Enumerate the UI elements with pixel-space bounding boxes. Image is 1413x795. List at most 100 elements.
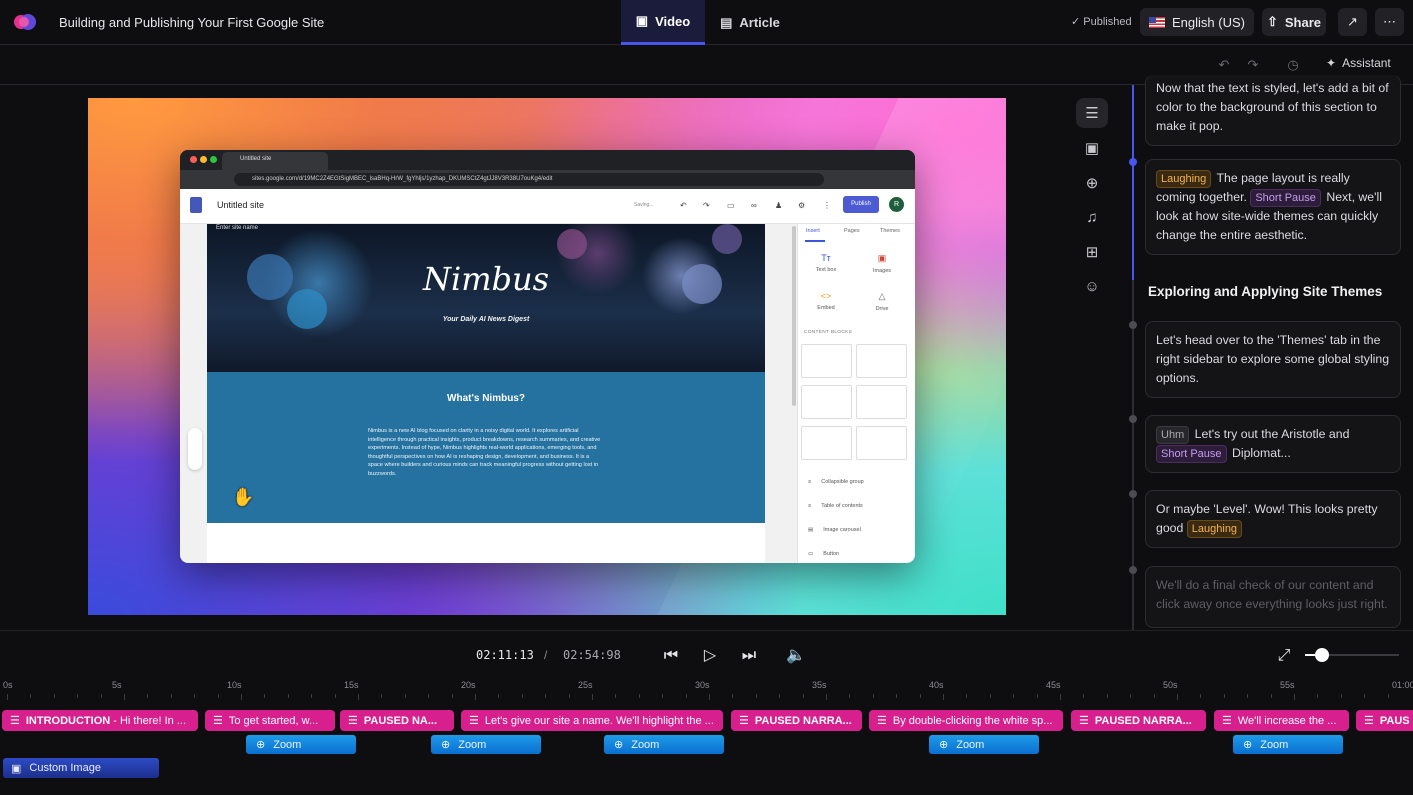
custom-image-clip[interactable]: ▣ Custom Image	[3, 758, 159, 778]
audio-waveform-icon[interactable]: ☰	[1076, 98, 1108, 128]
assistant-button[interactable]: ✦ Assistant	[1326, 56, 1391, 70]
ruler-tick	[919, 694, 921, 698]
section-heading[interactable]: Exploring and Applying Site Themes	[1148, 284, 1382, 299]
language-select[interactable]: English (US)	[1140, 8, 1254, 36]
transcript-card[interactable]: Now that the text is styled, let's add a…	[1145, 75, 1401, 146]
collapsible-label: Collapsible group	[821, 479, 864, 485]
insert-images: ▣ Images	[860, 253, 904, 274]
laughing-tag[interactable]: Laughing	[1186, 520, 1243, 538]
play-icon[interactable]: ▷	[699, 645, 721, 667]
about-section: What's Nimbus? Nimbus is a new AI blog f…	[207, 372, 765, 523]
transcript-text: Let's try out the Aristotle and	[1194, 427, 1350, 441]
ruler-tick	[77, 694, 79, 698]
transcript-card[interactable]: Let's head over to the 'Themes' tab in t…	[1145, 321, 1401, 398]
narration-clip[interactable]: ☰ By double-clicking the white sp...	[869, 710, 1063, 731]
share-button[interactable]: ⇧ Share	[1262, 8, 1326, 36]
redo-icon[interactable]: ↷	[1245, 57, 1261, 73]
app-logo-icon[interactable]	[11, 11, 41, 33]
image-icon[interactable]: ▣	[1076, 133, 1108, 163]
ruler-tick	[170, 694, 172, 698]
narration-clip[interactable]: ☰ INTRODUCTION - Hi there! In ...	[2, 710, 198, 731]
transcript-card[interactable]: Uhm Let's try out the Aristotle and Shor…	[1145, 415, 1401, 473]
narration-clip[interactable]: ☰ We'll increase the ...	[1214, 710, 1349, 731]
zoom-clip[interactable]: ⊕ Zoom	[604, 735, 724, 754]
ruler-tick	[311, 694, 313, 698]
ruler-tick	[989, 694, 991, 698]
uhm-tag[interactable]: Uhm	[1156, 426, 1190, 444]
content-blocks-label: CONTENT BLOCKS	[804, 330, 853, 335]
ruler-tick	[475, 694, 476, 700]
insert-embed: <> Embed	[804, 291, 848, 311]
hero-subtitle: Your Daily AI News Digest	[442, 316, 530, 323]
bokeh-light	[557, 229, 587, 259]
list-icon: ≡	[808, 503, 812, 509]
tab-article[interactable]: ▤ Article	[708, 0, 792, 45]
undo-icon[interactable]: ↶	[1216, 57, 1232, 73]
video-icon: ▣	[635, 13, 649, 28]
zoom-clip[interactable]: ⊕ Zoom	[431, 735, 541, 754]
analytics-button[interactable]: ↗	[1338, 8, 1367, 36]
ruler-tick	[1364, 694, 1366, 698]
ruler-tick	[1200, 694, 1202, 698]
timeline-zoom-handle[interactable]	[1314, 648, 1329, 662]
transcript-card[interactable]: Or maybe 'Level'. Wow! This looks pretty…	[1145, 490, 1401, 548]
ruler-tick	[849, 694, 851, 698]
image-icon: ▣	[11, 762, 22, 775]
narration-clip[interactable]: ☰ To get started, w...	[205, 710, 335, 731]
insert-drive: △ Drive	[860, 291, 904, 312]
minimize-window-icon	[200, 156, 207, 163]
content-block	[801, 385, 852, 419]
volume-icon[interactable]: 🔈	[785, 645, 807, 667]
music-icon[interactable]: ♫	[1076, 202, 1108, 232]
zoom-clip[interactable]: ⊕ Zoom	[246, 735, 356, 754]
ruler-tick	[732, 694, 734, 698]
transcript-card[interactable]: Laughing The page layout is really comin…	[1145, 159, 1401, 255]
ruler-label: 55s	[1280, 680, 1295, 690]
hand-cursor-icon: ✋	[232, 487, 255, 507]
insert-button: ▭ Button	[808, 551, 839, 557]
ruler-label: 35s	[812, 680, 827, 690]
ruler-tick	[358, 694, 359, 700]
panel-tab-themes: Themes	[880, 228, 900, 234]
narration-clip[interactable]: ☰ Let's give our site a name. We'll highl…	[461, 710, 723, 731]
ruler-tick	[147, 694, 149, 698]
hero-section: Nimbus Your Daily AI News Digest	[207, 224, 765, 372]
voice-icon[interactable]: ☺	[1076, 271, 1108, 301]
more-options-button[interactable]: ⋯	[1375, 8, 1404, 36]
history-icon[interactable]: ◷	[1285, 57, 1301, 73]
zoom-clip[interactable]: ⊕ Zoom	[929, 735, 1039, 754]
paused-clip[interactable]: ☰ PAUSED NA...	[340, 710, 454, 731]
waveform-icon: ☰	[1364, 715, 1374, 727]
button-icon: ▭	[808, 551, 814, 557]
short-pause-tag[interactable]: Short Pause	[1156, 445, 1227, 463]
laughing-tag[interactable]: Laughing	[1156, 170, 1212, 188]
content-block	[801, 344, 852, 378]
ruler-tick	[7, 694, 8, 700]
zoom-clip[interactable]: ⊕ Zoom	[1233, 735, 1343, 754]
ruler-tick	[1036, 694, 1038, 698]
about-text: Nimbus is a new AI blog focused on clari…	[368, 428, 601, 477]
paused-clip[interactable]: ☰ PAUSED NARRA...	[731, 710, 862, 731]
paused-clip[interactable]: ☰ PAUS	[1356, 710, 1413, 731]
document-title[interactable]: Building and Publishing Your First Googl…	[59, 15, 324, 30]
panel-tab-indicator	[805, 240, 825, 242]
clip-title: INTRODUCTION	[25, 714, 111, 727]
zoom-clip-label: Zoom	[631, 738, 660, 751]
ruler-tick	[1060, 694, 1061, 700]
carousel-icon: ▤	[808, 527, 814, 533]
tab-video[interactable]: ▣ Video	[621, 0, 705, 45]
zoom-in-icon[interactable]: ⊕	[1076, 168, 1108, 198]
ruler-tick	[1387, 694, 1389, 698]
short-pause-tag[interactable]: Short Pause	[1250, 189, 1321, 207]
image-icon: ▣	[877, 253, 887, 263]
add-element-icon[interactable]: ⊞	[1076, 237, 1108, 267]
fullscreen-icon[interactable]: ⤢	[1273, 645, 1295, 667]
transcript-card[interactable]: We'll do a final check of our content an…	[1145, 566, 1401, 628]
timeline-marker	[1129, 490, 1137, 498]
empty-section	[207, 523, 765, 563]
section-tools	[188, 428, 202, 470]
paused-clip[interactable]: ☰ PAUSED NARRA...	[1071, 710, 1206, 731]
ruler-label: 20s	[461, 680, 476, 690]
fast-forward-icon[interactable]: ⏭	[738, 645, 760, 667]
rewind-icon[interactable]: ⏮	[660, 645, 682, 667]
